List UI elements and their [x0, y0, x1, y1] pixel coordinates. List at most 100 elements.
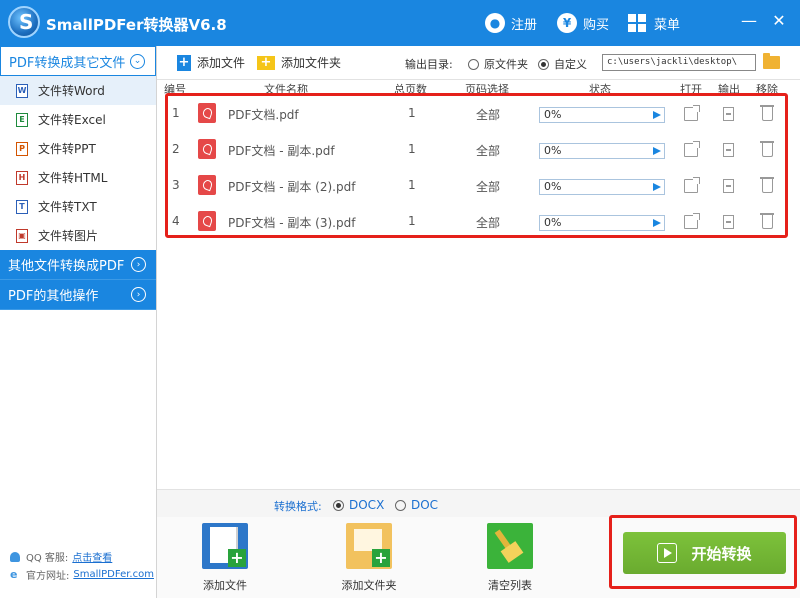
txt-file-icon: T — [16, 199, 28, 214]
register-label: 注册 — [511, 17, 538, 33]
sidebar-item-to-image[interactable]: ▣ 文件转图片 — [0, 221, 156, 250]
row-pages: 1 — [408, 178, 416, 192]
sidebar: PDF转换成其它文件 ⌄ W 文件转Word E 文件转Excel P 文件转P… — [0, 46, 157, 598]
row-pages: 1 — [408, 106, 416, 120]
table-header: 编号 文件名称 总页数 页码选择 状态 打开 输出 移除 — [157, 80, 800, 96]
chevron-right-icon: › — [131, 287, 146, 302]
yen-icon: ¥ — [557, 13, 577, 33]
title-bar: S SmallPDFer转换器V6.8 ● 注册 ¥ 购买 菜单 — ✕ — [0, 0, 800, 46]
row-range[interactable]: 全部 — [476, 214, 500, 231]
browse-folder-icon[interactable] — [763, 53, 780, 69]
radio-custom-folder[interactable]: 自定义 — [538, 56, 587, 72]
row-filename: PDF文档 - 副本 (2).pdf — [228, 180, 356, 194]
add-folder-button[interactable]: + 添加文件夹 — [257, 54, 341, 71]
row-num: 2 — [172, 142, 180, 156]
trash-icon[interactable] — [760, 141, 774, 157]
radio-source-folder[interactable]: 原文件夹 — [468, 56, 528, 72]
html-file-icon: H — [16, 170, 28, 185]
bottom-add-folder-button[interactable]: + 添加文件夹 — [329, 523, 409, 593]
row-filename: PDF文档 - 副本 (3).pdf — [228, 216, 356, 230]
row-num: 4 — [172, 214, 180, 228]
sidebar-group-pdf-to-other[interactable]: PDF转换成其它文件 ⌄ — [0, 46, 156, 76]
progress-bar: 0% — [539, 215, 665, 231]
word-file-icon: W — [16, 83, 28, 98]
row-range[interactable]: 全部 — [476, 106, 500, 123]
table-row[interactable]: 2 PDF文档 - 副本.pdf 1 全部 0% — [157, 132, 800, 168]
add-file-icon: + — [177, 54, 191, 71]
output-folder-icon[interactable] — [723, 107, 734, 121]
start-convert-button[interactable]: 开始转换 — [623, 532, 786, 574]
progress-bar: 0% — [539, 143, 665, 159]
support-link[interactable]: 点击查看 — [72, 549, 112, 564]
pdf-file-icon — [198, 211, 216, 231]
row-filename: PDF文档.pdf — [228, 108, 299, 122]
row-range[interactable]: 全部 — [476, 178, 500, 195]
sidebar-item-to-html[interactable]: H 文件转HTML — [0, 163, 156, 192]
play-icon[interactable] — [653, 219, 661, 227]
clear-list-button[interactable]: 清空列表 — [470, 523, 550, 593]
file-list: 1 PDF文档.pdf 1 全部 0% 2 PDF文档 - 副本.pdf 1 全… — [157, 96, 800, 240]
output-folder-icon[interactable] — [723, 179, 734, 193]
sidebar-item-to-ppt[interactable]: P 文件转PPT — [0, 134, 156, 163]
broom-icon — [487, 523, 533, 569]
add-file-button[interactable]: + 添加文件 — [177, 54, 245, 71]
row-num: 3 — [172, 178, 180, 192]
output-folder-icon[interactable] — [723, 215, 734, 229]
open-external-icon[interactable] — [684, 105, 700, 121]
site-link[interactable]: SmallPDFer.com — [73, 569, 154, 580]
sidebar-item-to-excel[interactable]: E 文件转Excel — [0, 105, 156, 134]
output-folder-icon[interactable] — [723, 143, 734, 157]
official-site: e 官方网址: SmallPDFer.com — [10, 567, 154, 583]
qq-icon — [10, 551, 20, 562]
header-output: 输出 — [718, 83, 740, 96]
trash-icon[interactable] — [760, 177, 774, 193]
trash-icon[interactable] — [760, 213, 774, 229]
row-pages: 1 — [408, 214, 416, 228]
play-icon[interactable] — [653, 111, 661, 119]
radio-doc[interactable]: DOC — [395, 498, 438, 512]
pdf-file-icon — [198, 175, 216, 195]
play-icon[interactable] — [653, 183, 661, 191]
add-document-icon: + — [202, 523, 248, 569]
row-range[interactable]: 全部 — [476, 142, 500, 159]
pdf-file-icon — [198, 103, 216, 123]
close-button[interactable]: ✕ — [768, 10, 790, 32]
app-title: SmallPDFer转换器V6.8 — [46, 16, 227, 34]
open-external-icon[interactable] — [684, 213, 700, 229]
bottom-add-file-button[interactable]: + 添加文件 — [185, 523, 265, 593]
progress-bar: 0% — [539, 107, 665, 123]
toolbar: + 添加文件 + 添加文件夹 输出目录: 原文件夹 自定义 c:\users\j… — [157, 46, 800, 80]
format-bar: 转换格式: DOCX DOC — [157, 489, 800, 517]
open-external-icon[interactable] — [684, 177, 700, 193]
add-folder-icon: + — [346, 523, 392, 569]
sidebar-group-pdf-other-ops[interactable]: PDF的其他操作 › — [0, 280, 156, 310]
menu-button[interactable]: 菜单 — [628, 12, 680, 34]
excel-file-icon: E — [16, 112, 28, 127]
trash-icon[interactable] — [760, 105, 774, 121]
sidebar-item-to-word[interactable]: W 文件转Word — [0, 76, 156, 105]
header-num: 编号 — [164, 83, 186, 96]
row-pages: 1 — [408, 142, 416, 156]
radio-docx[interactable]: DOCX — [333, 498, 384, 512]
chevron-right-icon: › — [131, 257, 146, 272]
support-qq: QQ 客服: 点击查看 — [10, 549, 112, 564]
buy-button[interactable]: ¥ 购买 — [557, 12, 609, 34]
start-highlight: 开始转换 — [609, 515, 797, 589]
sidebar-item-to-txt[interactable]: T 文件转TXT — [0, 192, 156, 221]
play-icon — [657, 543, 678, 563]
table-row[interactable]: 4 PDF文档 - 副本 (3).pdf 1 全部 0% — [157, 204, 800, 240]
chevron-down-icon: ⌄ — [130, 53, 145, 69]
format-label: 转换格式: — [274, 500, 322, 513]
register-button[interactable]: ● 注册 — [485, 12, 537, 34]
output-path-field[interactable]: c:\users\jackli\desktop\ — [602, 54, 756, 71]
open-external-icon[interactable] — [684, 141, 700, 157]
sidebar-group-other-to-pdf[interactable]: 其他文件转换成PDF › — [0, 250, 156, 280]
play-icon[interactable] — [653, 147, 661, 155]
minimize-button[interactable]: — — [738, 10, 760, 32]
table-row[interactable]: 1 PDF文档.pdf 1 全部 0% — [157, 96, 800, 132]
row-filename: PDF文档 - 副本.pdf — [228, 144, 335, 158]
table-row[interactable]: 3 PDF文档 - 副本 (2).pdf 1 全部 0% — [157, 168, 800, 204]
header-range: 页码选择 — [465, 83, 509, 96]
image-file-icon: ▣ — [16, 228, 28, 243]
header-open: 打开 — [680, 83, 702, 96]
